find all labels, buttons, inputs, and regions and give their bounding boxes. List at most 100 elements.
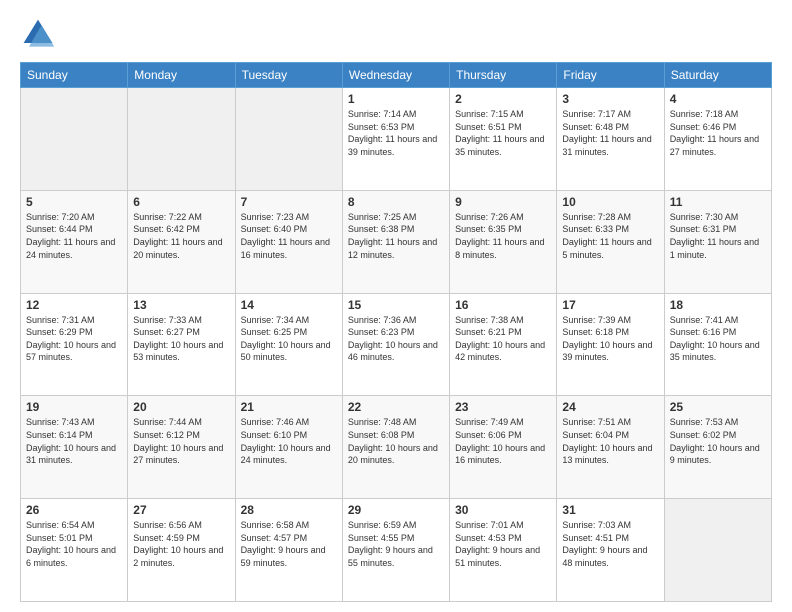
day-number: 25 (670, 400, 766, 414)
header (20, 16, 772, 52)
day-cell: 19 Sunrise: 7:43 AM Sunset: 6:14 PM Dayli… (21, 396, 128, 499)
day-cell: 13 Sunrise: 7:33 AM Sunset: 6:27 PM Dayli… (128, 293, 235, 396)
day-cell: 14 Sunrise: 7:34 AM Sunset: 6:25 PM Dayli… (235, 293, 342, 396)
day-info: Sunrise: 7:15 AM Sunset: 6:51 PM Dayligh… (455, 108, 551, 158)
page: SundayMondayTuesdayWednesdayThursdayFrid… (0, 0, 792, 612)
day-cell: 4Sunrise: 7:18 AM Sunset: 6:46 PM Daylig… (664, 88, 771, 191)
day-cell: 29Sunrise: 6:59 AM Sunset: 4:55 PM Dayli… (342, 499, 449, 602)
day-info: Sunrise: 6:54 AM Sunset: 5:01 PM Dayligh… (26, 519, 122, 569)
day-number: 23 (455, 400, 551, 414)
day-info: Sunrise: 7:20 AM Sunset: 6:44 PM Dayligh… (26, 211, 122, 261)
day-info: Sunrise: 7:53 AM Sunset: 6:02 PM Dayligh… (670, 416, 766, 466)
day-cell: 6 Sunrise: 7:22 AM Sunset: 6:42 PM Daylig… (128, 190, 235, 293)
day-cell: 15 Sunrise: 7:36 AM Sunset: 6:23 PM Dayli… (342, 293, 449, 396)
day-number: 15 (348, 298, 444, 312)
day-number: 16 (455, 298, 551, 312)
day-info: Sunrise: 7:31 AM Sunset: 6:29 PM Dayligh… (26, 314, 122, 364)
day-number: 5 (26, 195, 122, 209)
day-cell: 7 Sunrise: 7:23 AM Sunset: 6:40 PM Daylig… (235, 190, 342, 293)
day-number: 14 (241, 298, 337, 312)
day-cell: 11 Sunrise: 7:30 AM Sunset: 6:31 PM Dayli… (664, 190, 771, 293)
day-cell: 5 Sunrise: 7:20 AM Sunset: 6:44 PM Daylig… (21, 190, 128, 293)
day-number: 11 (670, 195, 766, 209)
day-number: 31 (562, 503, 658, 517)
day-number: 22 (348, 400, 444, 414)
day-cell: 1 Sunrise: 7:14 AM Sunset: 6:53 PM Daylig… (342, 88, 449, 191)
day-number: 17 (562, 298, 658, 312)
day-number: 27 (133, 503, 229, 517)
day-info: Sunrise: 7:23 AM Sunset: 6:40 PM Dayligh… (241, 211, 337, 261)
day-number: 9 (455, 195, 551, 209)
day-number: 1 (348, 92, 444, 106)
day-info: Sunrise: 7:39 AM Sunset: 6:18 PM Dayligh… (562, 314, 658, 364)
day-cell: 28Sunrise: 6:58 AM Sunset: 4:57 PM Dayli… (235, 499, 342, 602)
col-header-tuesday: Tuesday (235, 63, 342, 88)
day-cell: 21Sunrise: 7:46 AM Sunset: 6:10 PM Dayli… (235, 396, 342, 499)
day-info: Sunrise: 7:49 AM Sunset: 6:06 PM Dayligh… (455, 416, 551, 466)
day-number: 26 (26, 503, 122, 517)
day-cell: 12Sunrise: 7:31 AM Sunset: 6:29 PM Dayli… (21, 293, 128, 396)
day-cell (664, 499, 771, 602)
day-cell: 9 Sunrise: 7:26 AM Sunset: 6:35 PM Daylig… (450, 190, 557, 293)
day-cell: 27 Sunrise: 6:56 AM Sunset: 4:59 PM Dayli… (128, 499, 235, 602)
day-cell (128, 88, 235, 191)
day-info: Sunrise: 7:36 AM Sunset: 6:23 PM Dayligh… (348, 314, 444, 364)
day-number: 19 (26, 400, 122, 414)
day-info: Sunrise: 7:33 AM Sunset: 6:27 PM Dayligh… (133, 314, 229, 364)
logo (20, 16, 60, 52)
day-info: Sunrise: 7:01 AM Sunset: 4:53 PM Dayligh… (455, 519, 551, 569)
day-cell: 26 Sunrise: 6:54 AM Sunset: 5:01 PM Dayli… (21, 499, 128, 602)
logo-icon (20, 16, 56, 52)
day-info: Sunrise: 6:56 AM Sunset: 4:59 PM Dayligh… (133, 519, 229, 569)
day-cell: 20 Sunrise: 7:44 AM Sunset: 6:12 PM Dayli… (128, 396, 235, 499)
day-cell: 30 Sunrise: 7:01 AM Sunset: 4:53 PM Dayli… (450, 499, 557, 602)
day-info: Sunrise: 7:44 AM Sunset: 6:12 PM Dayligh… (133, 416, 229, 466)
day-cell: 23 Sunrise: 7:49 AM Sunset: 6:06 PM Dayli… (450, 396, 557, 499)
day-info: Sunrise: 7:18 AM Sunset: 6:46 PM Dayligh… (670, 108, 766, 158)
week-row-2: 12Sunrise: 7:31 AM Sunset: 6:29 PM Dayli… (21, 293, 772, 396)
week-row-4: 26 Sunrise: 6:54 AM Sunset: 5:01 PM Dayli… (21, 499, 772, 602)
day-info: Sunrise: 7:30 AM Sunset: 6:31 PM Dayligh… (670, 211, 766, 261)
header-row: SundayMondayTuesdayWednesdayThursdayFrid… (21, 63, 772, 88)
day-info: Sunrise: 7:26 AM Sunset: 6:35 PM Dayligh… (455, 211, 551, 261)
day-info: Sunrise: 7:25 AM Sunset: 6:38 PM Dayligh… (348, 211, 444, 261)
day-info: Sunrise: 7:46 AM Sunset: 6:10 PM Dayligh… (241, 416, 337, 466)
day-info: Sunrise: 7:51 AM Sunset: 6:04 PM Dayligh… (562, 416, 658, 466)
day-number: 20 (133, 400, 229, 414)
day-cell: 2 Sunrise: 7:15 AM Sunset: 6:51 PM Daylig… (450, 88, 557, 191)
day-number: 6 (133, 195, 229, 209)
calendar-table: SundayMondayTuesdayWednesdayThursdayFrid… (20, 62, 772, 602)
day-number: 30 (455, 503, 551, 517)
day-cell (21, 88, 128, 191)
day-number: 7 (241, 195, 337, 209)
day-number: 3 (562, 92, 658, 106)
day-cell: 18Sunrise: 7:41 AM Sunset: 6:16 PM Dayli… (664, 293, 771, 396)
day-number: 28 (241, 503, 337, 517)
day-number: 24 (562, 400, 658, 414)
day-cell: 24 Sunrise: 7:51 AM Sunset: 6:04 PM Dayli… (557, 396, 664, 499)
day-number: 29 (348, 503, 444, 517)
day-cell: 31Sunrise: 7:03 AM Sunset: 4:51 PM Dayli… (557, 499, 664, 602)
day-cell: 17 Sunrise: 7:39 AM Sunset: 6:18 PM Dayli… (557, 293, 664, 396)
day-cell: 3 Sunrise: 7:17 AM Sunset: 6:48 PM Daylig… (557, 88, 664, 191)
day-info: Sunrise: 7:43 AM Sunset: 6:14 PM Dayligh… (26, 416, 122, 466)
day-info: Sunrise: 7:14 AM Sunset: 6:53 PM Dayligh… (348, 108, 444, 158)
day-info: Sunrise: 7:22 AM Sunset: 6:42 PM Dayligh… (133, 211, 229, 261)
col-header-thursday: Thursday (450, 63, 557, 88)
col-header-sunday: Sunday (21, 63, 128, 88)
day-info: Sunrise: 7:34 AM Sunset: 6:25 PM Dayligh… (241, 314, 337, 364)
col-header-friday: Friday (557, 63, 664, 88)
day-cell: 22Sunrise: 7:48 AM Sunset: 6:08 PM Dayli… (342, 396, 449, 499)
day-number: 2 (455, 92, 551, 106)
day-cell: 16Sunrise: 7:38 AM Sunset: 6:21 PM Dayli… (450, 293, 557, 396)
day-number: 13 (133, 298, 229, 312)
week-row-1: 5 Sunrise: 7:20 AM Sunset: 6:44 PM Daylig… (21, 190, 772, 293)
day-info: Sunrise: 7:17 AM Sunset: 6:48 PM Dayligh… (562, 108, 658, 158)
day-cell: 25 Sunrise: 7:53 AM Sunset: 6:02 PM Dayli… (664, 396, 771, 499)
day-info: Sunrise: 7:41 AM Sunset: 6:16 PM Dayligh… (670, 314, 766, 364)
day-cell: 10Sunrise: 7:28 AM Sunset: 6:33 PM Dayli… (557, 190, 664, 293)
day-cell: 8Sunrise: 7:25 AM Sunset: 6:38 PM Daylig… (342, 190, 449, 293)
week-row-0: 1 Sunrise: 7:14 AM Sunset: 6:53 PM Daylig… (21, 88, 772, 191)
week-row-3: 19 Sunrise: 7:43 AM Sunset: 6:14 PM Dayli… (21, 396, 772, 499)
day-info: Sunrise: 7:28 AM Sunset: 6:33 PM Dayligh… (562, 211, 658, 261)
